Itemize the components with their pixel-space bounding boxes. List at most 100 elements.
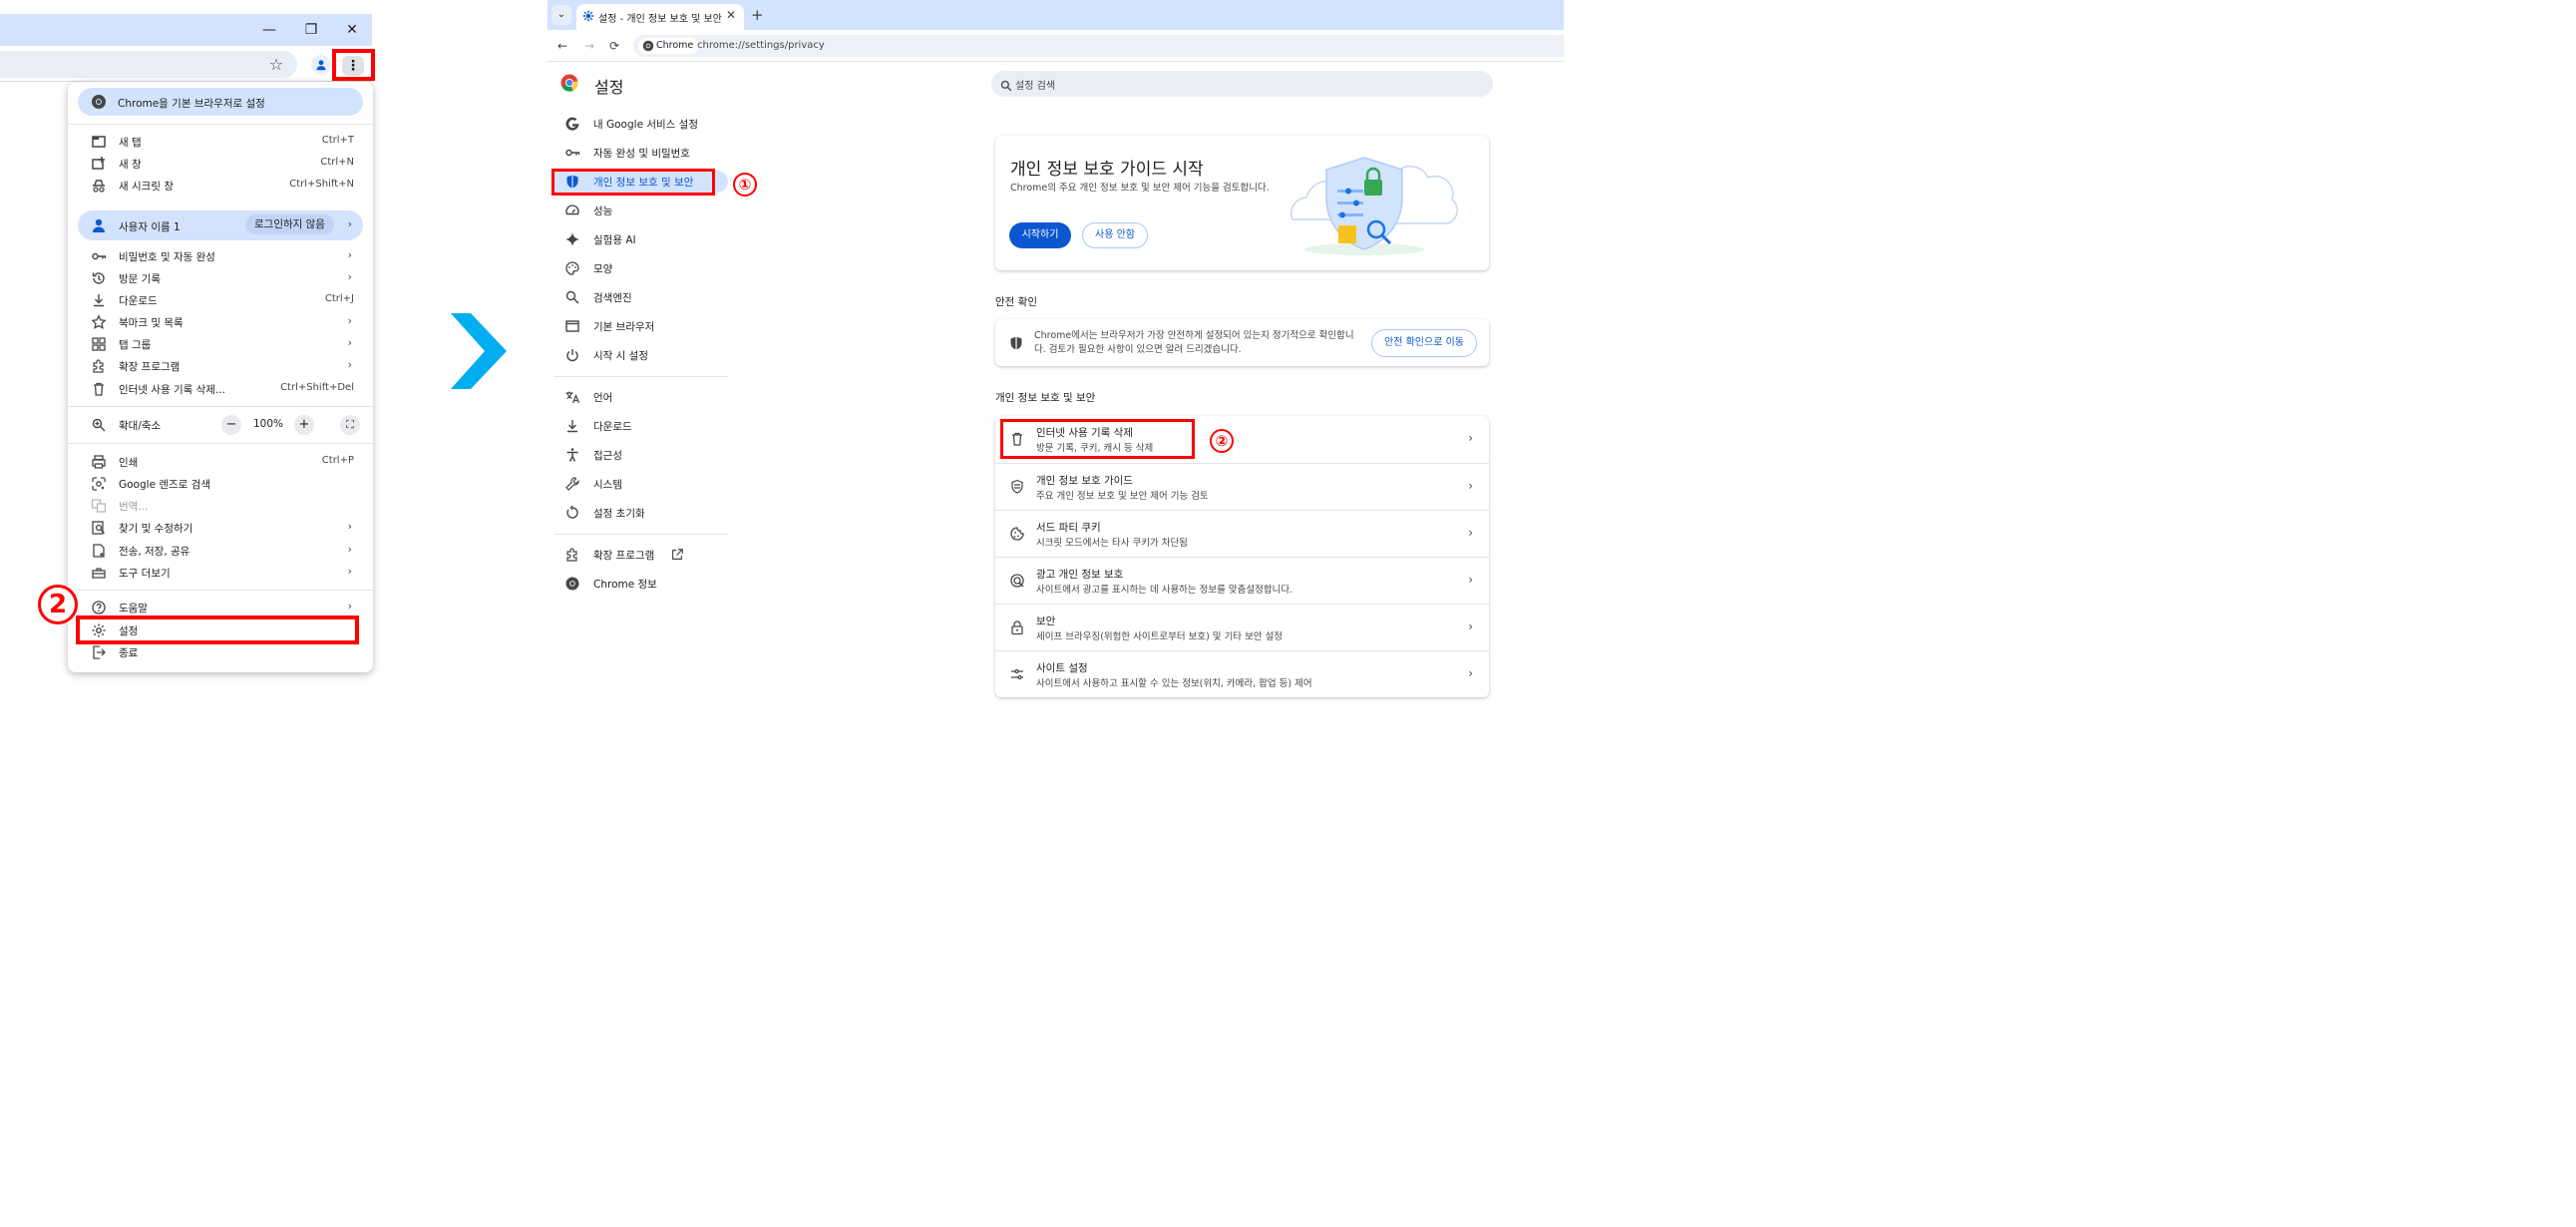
set-default-browser-label: Chrome을 기본 브라우저로 설정 bbox=[118, 98, 265, 110]
menu-item-incognito[interactable]: 새 시크릿 창 Ctrl+Shift+N bbox=[68, 175, 373, 197]
row-title: 보안 bbox=[1036, 615, 1056, 627]
menu-item-exit[interactable]: 종료 bbox=[68, 641, 373, 663]
menu-profile-row[interactable]: 사용자 이름 1 로그인하지 않음 › bbox=[78, 210, 363, 240]
menu-item-clear-browsing-data[interactable]: 인터넷 사용 기록 삭제... Ctrl+Shift+Del bbox=[68, 378, 373, 400]
menu-item-passwords[interactable]: 비밀번호 및 자동 완성 › bbox=[68, 245, 373, 267]
chevron-down-icon: ⌄ bbox=[556, 9, 566, 20]
nav-item-on-startup[interactable]: 시작 시 설정 bbox=[554, 344, 728, 366]
minimize-icon: — bbox=[262, 22, 276, 38]
restore-button[interactable]: ❐ bbox=[291, 14, 331, 46]
menu-item-downloads[interactable]: 다운로드 Ctrl+J bbox=[68, 289, 373, 311]
reload-icon[interactable]: ⟳ bbox=[606, 38, 622, 54]
menu-item-print[interactable]: 인쇄 Ctrl+P bbox=[68, 451, 373, 473]
row-privacy-guide[interactable]: 개인 정보 보호 가이드 주요 개인 정보 보호 및 보안 제어 기능 검토 › bbox=[995, 463, 1489, 510]
privacy-guide-decline-button[interactable]: 사용 안함 bbox=[1082, 222, 1148, 248]
menu-item-new-tab[interactable]: 새 탭 Ctrl+T bbox=[68, 131, 373, 153]
restore-icon: ❐ bbox=[304, 22, 318, 38]
row-ad-privacy[interactable]: 광고 개인 정보 보호 사이트에서 광고를 표시하는 데 사용하는 정보를 맞춤… bbox=[995, 557, 1489, 604]
menu-item-extensions[interactable]: 확장 프로그램 › bbox=[68, 355, 373, 377]
menu-item-label: 종료 bbox=[119, 647, 139, 659]
exit-icon bbox=[91, 644, 107, 660]
chrome-menu: Chrome을 기본 브라우저로 설정 새 탭 Ctrl+T 새 창 Ctrl+… bbox=[68, 82, 373, 672]
settings-search-input[interactable] bbox=[991, 71, 1493, 97]
close-window-button[interactable]: ✕ bbox=[332, 14, 372, 46]
privacy-guide-illustration bbox=[1290, 157, 1458, 255]
menu-item-find-edit[interactable]: 찾기 및 수정하기 › bbox=[68, 517, 373, 539]
profile-button[interactable] bbox=[311, 55, 331, 75]
download-icon bbox=[91, 292, 107, 308]
reset-icon bbox=[564, 505, 580, 521]
go-to-safety-check-button[interactable]: 안전 확인으로 이동 bbox=[1371, 329, 1477, 357]
row-security[interactable]: 보안 세이프 브라우징(위험한 사이트로부터 보호) 및 기타 보안 설정 › bbox=[995, 604, 1489, 650]
fullscreen-button[interactable]: ⛶ bbox=[340, 415, 360, 435]
menu-item-label: 찾기 및 수정하기 bbox=[119, 523, 193, 535]
menu-item-cast-save-share[interactable]: 전송, 저장, 공유 › bbox=[68, 540, 373, 562]
menu-item-label: 인터넷 사용 기록 삭제... bbox=[119, 384, 225, 396]
menu-item-tab-groups[interactable]: 탭 그룹 › bbox=[68, 333, 373, 355]
lock-icon bbox=[1009, 619, 1025, 635]
privacy-guide-start-button[interactable]: 시작하기 bbox=[1009, 222, 1071, 248]
menu-divider bbox=[68, 406, 373, 407]
safety-check-heading: 안전 확인 bbox=[995, 296, 1037, 308]
nav-item-performance[interactable]: 성능 bbox=[554, 200, 728, 221]
menu-item-more-tools[interactable]: 도구 더보기 › bbox=[68, 562, 373, 584]
nav-item-experimental-ai[interactable]: 실험용 AI bbox=[554, 228, 728, 250]
search-icon bbox=[1000, 77, 1014, 92]
back-icon[interactable]: ← bbox=[554, 38, 570, 54]
nav-item-label: 시스템 bbox=[593, 479, 622, 491]
zoom-out-button[interactable]: − bbox=[221, 415, 241, 435]
menu-item-history[interactable]: 방문 기록 › bbox=[68, 267, 373, 289]
nav-item-label: 확장 프로그램 bbox=[593, 550, 655, 562]
set-default-browser-item[interactable]: Chrome을 기본 브라우저로 설정 bbox=[78, 88, 363, 116]
nav-item-languages[interactable]: 언어 bbox=[554, 386, 728, 408]
menu-item-new-window[interactable]: 새 창 Ctrl+N bbox=[68, 153, 373, 175]
nav-item-appearance[interactable]: 모양 bbox=[554, 257, 728, 279]
menu-item-shortcut: Ctrl+N bbox=[320, 157, 354, 168]
row-third-party-cookies[interactable]: 서드 파티 쿠키 시크릿 모드에서는 타사 쿠키가 차단됨 › bbox=[995, 510, 1489, 557]
nav-item-downloads[interactable]: 다운로드 bbox=[554, 415, 728, 437]
person-icon bbox=[315, 59, 327, 71]
new-tab-button[interactable]: + bbox=[751, 6, 764, 24]
privacy-guide-icon bbox=[1009, 479, 1025, 495]
trash-icon bbox=[91, 381, 107, 397]
zoom-value: 100% bbox=[253, 418, 284, 430]
row-site-settings[interactable]: 사이트 설정 사이트에서 사용하고 표시할 수 있는 정보(위치, 카메라, 팝… bbox=[995, 650, 1489, 697]
tab-close-icon[interactable]: ✕ bbox=[726, 8, 736, 22]
extension-icon bbox=[564, 547, 580, 563]
menu-item-bookmarks[interactable]: 북마크 및 목록 › bbox=[68, 311, 373, 333]
nav-item-extensions[interactable]: 확장 프로그램 bbox=[554, 544, 728, 566]
nav-item-label: 내 Google 서비스 설정 bbox=[593, 119, 698, 131]
minimize-button[interactable]: — bbox=[249, 14, 289, 46]
tab-search-button[interactable]: ⌄ bbox=[552, 5, 571, 25]
translate-icon bbox=[91, 498, 107, 514]
menu-item-label: 전송, 저장, 공유 bbox=[119, 546, 190, 558]
site-info-chip[interactable]: Chrome bbox=[638, 38, 700, 54]
left-address-bar[interactable] bbox=[0, 51, 297, 78]
close-icon: ✕ bbox=[346, 22, 358, 38]
row-subtitle: 사이트에서 사용하고 표시할 수 있는 정보(위치, 카메라, 팝업 등) 제어 bbox=[1036, 678, 1312, 689]
nav-item-reset[interactable]: 설정 초기화 bbox=[554, 502, 728, 524]
nav-item-autofill[interactable]: 자동 완성 및 비밀번호 bbox=[554, 142, 728, 164]
nav-item-default-browser[interactable]: 기본 브라우저 bbox=[554, 315, 728, 337]
menu-item-google-lens[interactable]: Google 렌즈로 검색 bbox=[68, 473, 373, 495]
tab-groups-icon bbox=[91, 336, 107, 352]
nav-item-about-chrome[interactable]: Chrome 정보 bbox=[554, 573, 728, 595]
nav-item-system[interactable]: 시스템 bbox=[554, 473, 728, 495]
nav-item-label: 다운로드 bbox=[593, 421, 632, 433]
browser-window-icon bbox=[564, 318, 580, 334]
settings-title: 설정 bbox=[594, 78, 624, 97]
chevron-right-icon: › bbox=[347, 520, 352, 533]
nav-item-google-services[interactable]: 내 Google 서비스 설정 bbox=[554, 113, 728, 135]
incognito-icon bbox=[91, 178, 107, 194]
chevron-right-icon: › bbox=[347, 314, 352, 327]
bookmark-star-icon[interactable]: ☆ bbox=[267, 56, 285, 74]
download-icon bbox=[564, 418, 580, 434]
chrome-icon bbox=[642, 40, 654, 52]
nav-item-search-engine[interactable]: 검색엔진 bbox=[554, 286, 728, 308]
cookie-icon bbox=[1009, 526, 1025, 542]
external-link-icon bbox=[670, 547, 684, 561]
key-icon bbox=[564, 145, 580, 161]
nav-item-accessibility[interactable]: 접근성 bbox=[554, 444, 728, 466]
forward-icon[interactable]: → bbox=[581, 38, 597, 54]
zoom-in-button[interactable]: + bbox=[294, 415, 314, 435]
